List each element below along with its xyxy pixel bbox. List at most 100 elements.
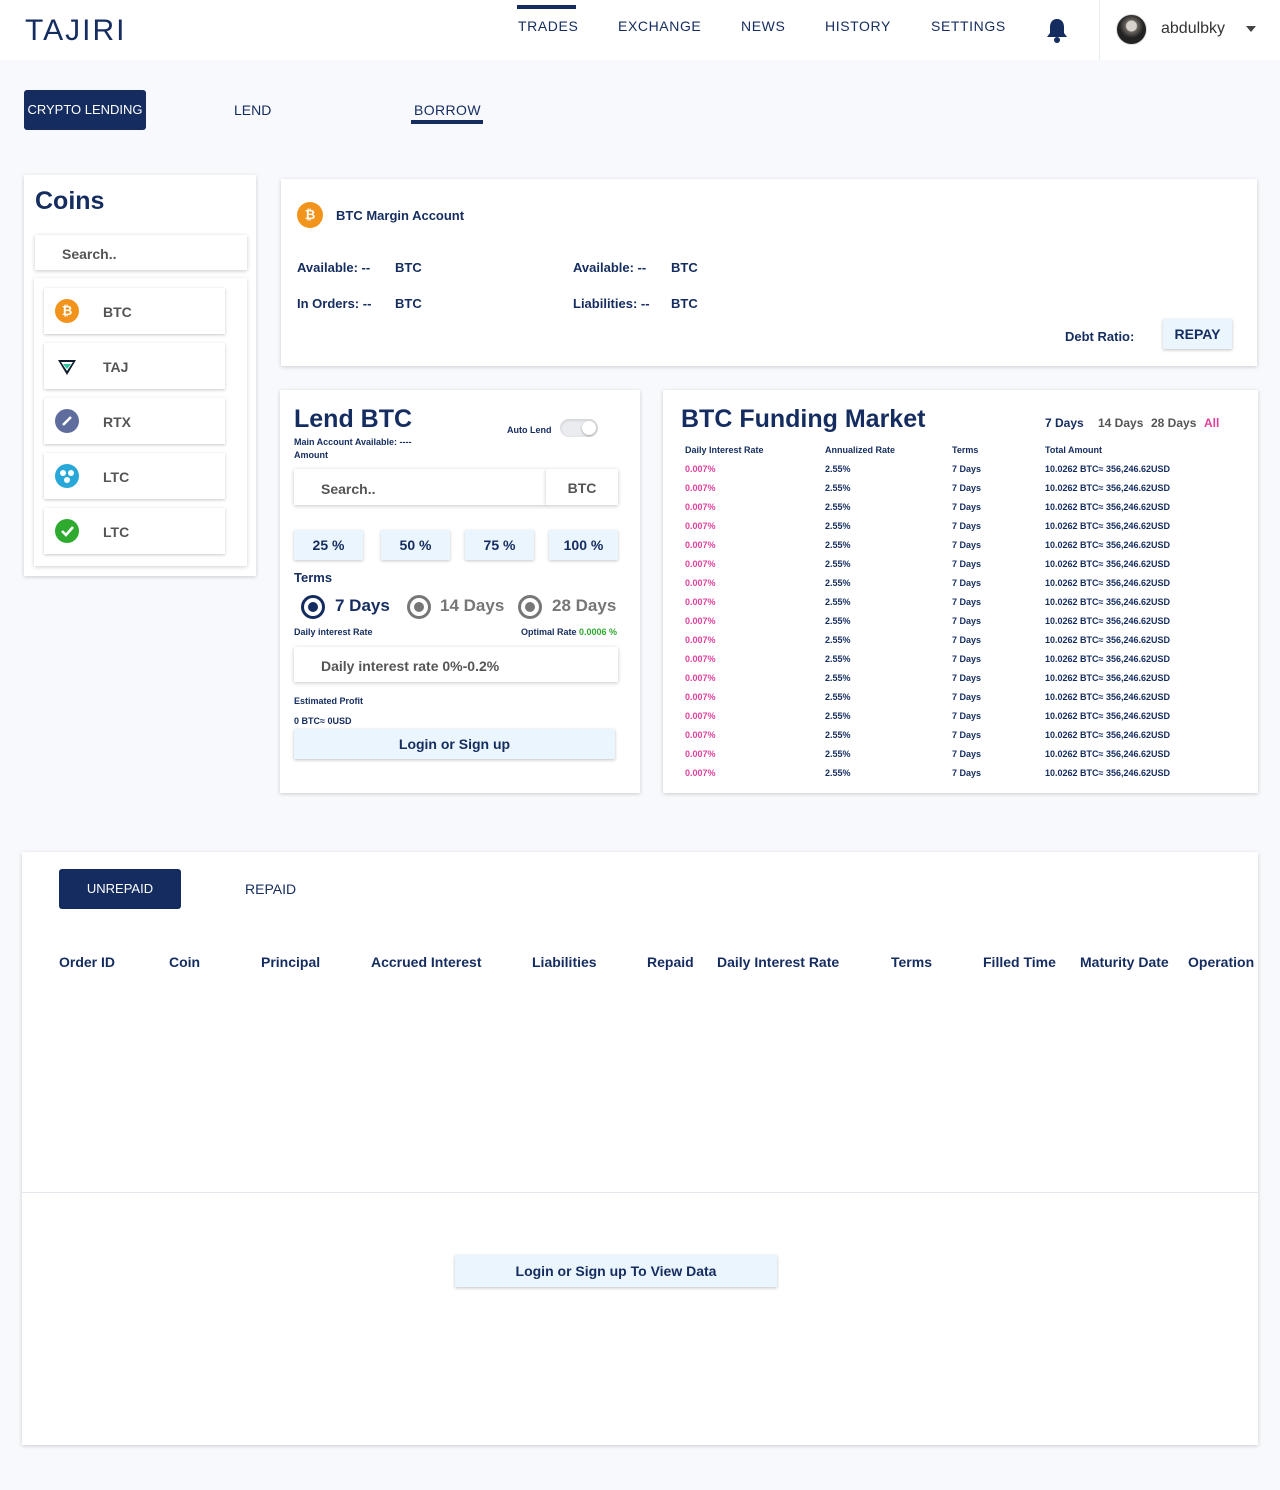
- row-daily-rate: 0.007%: [685, 749, 716, 759]
- tab-repaid[interactable]: REPAID: [245, 881, 296, 897]
- term-28-radio[interactable]: [518, 595, 542, 619]
- chevron-down-icon[interactable]: [1246, 26, 1256, 32]
- optimal-rate-value: 0.0006 %: [579, 627, 618, 637]
- row-terms: 7 Days: [952, 730, 982, 740]
- term-7-radio[interactable]: [301, 595, 325, 619]
- col-operation: Operation: [1188, 954, 1255, 970]
- nav-exchange[interactable]: EXCHANGE: [618, 18, 701, 34]
- row-annualized-rate: 2.55%: [825, 616, 851, 626]
- row-terms: 7 Days: [952, 711, 982, 721]
- filter-28-days[interactable]: 28 Days: [1151, 416, 1196, 430]
- row-terms: 7 Days: [952, 502, 982, 512]
- filter-14-days[interactable]: 14 Days: [1098, 416, 1143, 430]
- col-liabilities: Liabilities: [532, 954, 597, 970]
- terms-label: Terms: [294, 570, 333, 585]
- liabilities-label: Liabilities: --: [573, 296, 650, 311]
- avatar[interactable]: [1116, 14, 1147, 45]
- coin-item-ltc[interactable]: LTC: [44, 453, 225, 499]
- row-annualized-rate: 2.55%: [825, 654, 851, 664]
- bitcoin-icon: ₿: [55, 299, 79, 323]
- divider: [22, 1192, 1258, 1193]
- row-total-amount: 10.0262 BTC≈ 356,246.62USD: [1045, 464, 1171, 474]
- login-signup-button[interactable]: Login or Sign up: [294, 729, 615, 759]
- coin-label: LTC: [103, 524, 130, 540]
- logo[interactable]: TAJIRI: [25, 14, 126, 48]
- user-menu[interactable]: abdulbky: [1099, 0, 1280, 60]
- row-total-amount: 10.0262 BTC≈ 356,246.62USD: [1045, 578, 1171, 588]
- available-label: Available: --: [297, 260, 371, 275]
- term-28-label[interactable]: 28 Days: [552, 596, 616, 616]
- lend-title: Lend BTC: [294, 405, 413, 433]
- row-daily-rate: 0.007%: [685, 597, 716, 607]
- nav-settings[interactable]: SETTINGS: [931, 18, 1006, 34]
- row-annualized-rate: 2.55%: [825, 464, 851, 474]
- percent-75-button[interactable]: 75 %: [465, 530, 534, 560]
- percent-25-button[interactable]: 25 %: [294, 530, 363, 560]
- tab-crypto-lending[interactable]: CRYPTO LENDING: [24, 90, 146, 130]
- liabilities-currency: BTC: [671, 296, 698, 311]
- term-7-label[interactable]: 7 Days: [335, 596, 390, 616]
- amount-label: Amount: [294, 450, 328, 460]
- col-filled-time: Filled Time: [983, 954, 1056, 970]
- row-daily-rate: 0.007%: [685, 768, 716, 778]
- row-annualized-rate: 2.55%: [825, 483, 851, 493]
- filter-7-days[interactable]: 7 Days: [1045, 416, 1084, 430]
- auto-lend-toggle[interactable]: [560, 419, 598, 437]
- row-total-amount: 10.0262 BTC≈ 356,246.62USD: [1045, 540, 1171, 550]
- currency-selector[interactable]: BTC: [546, 469, 618, 505]
- percent-50-button[interactable]: 50 %: [381, 530, 450, 560]
- tab-lend[interactable]: LEND: [234, 102, 271, 118]
- margin-account-panel: ₿ BTC Margin Account Available: -- BTC A…: [281, 179, 1257, 366]
- row-terms: 7 Days: [952, 464, 982, 474]
- row-daily-rate: 0.007%: [685, 730, 716, 740]
- login-to-view-button[interactable]: Login or Sign up To View Data: [455, 1255, 777, 1287]
- bell-icon[interactable]: [1045, 17, 1069, 43]
- row-annualized-rate: 2.55%: [825, 768, 851, 778]
- coins-title: Coins: [35, 187, 105, 215]
- tab-unrepaid[interactable]: UNREPAID: [59, 869, 181, 909]
- row-terms: 7 Days: [952, 559, 982, 569]
- row-daily-rate: 0.007%: [685, 654, 716, 664]
- daily-rate-input[interactable]: Daily interest rate 0%-0.2%: [294, 647, 618, 682]
- row-daily-rate: 0.007%: [685, 540, 716, 550]
- margin-title: BTC Margin Account: [336, 208, 465, 223]
- row-total-amount: 10.0262 BTC≈ 356,246.62USD: [1045, 635, 1171, 645]
- col-accrued-interest: Accrued Interest: [371, 954, 482, 970]
- nav-history[interactable]: HISTORY: [825, 18, 891, 34]
- row-total-amount: 10.0262 BTC≈ 356,246.62USD: [1045, 597, 1171, 607]
- top-header: TAJIRI TRADES EXCHANGE NEWS HISTORY SETT…: [0, 0, 1280, 60]
- funding-title: BTC Funding Market: [681, 405, 926, 433]
- coin-search-input[interactable]: Search..: [35, 235, 247, 270]
- available-label-2: Available: --: [573, 260, 647, 275]
- nav-trades[interactable]: TRADES: [518, 18, 578, 34]
- percent-100-button[interactable]: 100 %: [549, 530, 618, 560]
- row-terms: 7 Days: [952, 635, 982, 645]
- row-terms: 7 Days: [952, 483, 982, 493]
- coin-item-rtx[interactable]: RTX: [44, 398, 225, 444]
- row-daily-rate: 0.007%: [685, 616, 716, 626]
- col-order-id: Order ID: [59, 954, 116, 970]
- row-total-amount: 10.0262 BTC≈ 356,246.62USD: [1045, 692, 1171, 702]
- row-total-amount: 10.0262 BTC≈ 356,246.62USD: [1045, 559, 1171, 569]
- repay-button[interactable]: REPAY: [1163, 319, 1232, 349]
- term-14-radio[interactable]: [407, 595, 431, 619]
- in-orders-currency: BTC: [395, 296, 422, 311]
- row-annualized-rate: 2.55%: [825, 502, 851, 512]
- row-total-amount: 10.0262 BTC≈ 356,246.62USD: [1045, 654, 1171, 664]
- main-account-available: Main Account Available: ----: [294, 437, 412, 447]
- col-maturity-date: Maturity Date: [1080, 954, 1169, 970]
- row-total-amount: 10.0262 BTC≈ 356,246.62USD: [1045, 749, 1171, 759]
- col-annualized-rate: Annualized Rate: [825, 445, 896, 455]
- coin-item-taj[interactable]: TAJ: [44, 343, 225, 389]
- nav-news[interactable]: NEWS: [741, 18, 785, 34]
- coin-item-ltc-2[interactable]: LTC: [44, 508, 225, 554]
- col-daily-rate: Daily Interest Rate: [685, 445, 764, 455]
- term-14-label[interactable]: 14 Days: [440, 596, 504, 616]
- coin-item-btc[interactable]: ₿ BTC: [44, 288, 225, 334]
- coins-panel: Coins Search.. ₿ BTC TAJ RTX LTC LTC: [24, 175, 256, 576]
- amount-input[interactable]: Search..: [294, 469, 547, 505]
- tab-borrow[interactable]: BORROW: [414, 102, 481, 118]
- filter-all[interactable]: All: [1204, 416, 1219, 430]
- row-total-amount: 10.0262 BTC≈ 356,246.62USD: [1045, 711, 1171, 721]
- username[interactable]: abdulbky: [1161, 20, 1225, 38]
